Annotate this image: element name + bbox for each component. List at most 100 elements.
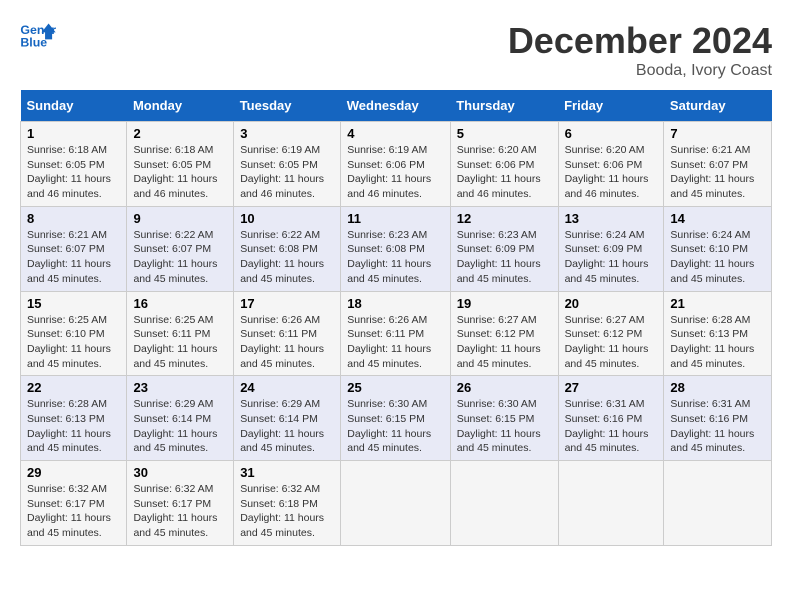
day-number: 26 — [457, 380, 552, 395]
calendar-week-row: 15 Sunrise: 6:25 AMSunset: 6:10 PMDaylig… — [21, 291, 772, 376]
day-number: 16 — [133, 296, 227, 311]
day-info: Sunrise: 6:21 AMSunset: 6:07 PMDaylight:… — [27, 229, 111, 285]
calendar-cell — [664, 461, 772, 546]
day-number: 2 — [133, 126, 227, 141]
day-info: Sunrise: 6:29 AMSunset: 6:14 PMDaylight:… — [133, 398, 217, 454]
day-number: 30 — [133, 465, 227, 480]
day-info: Sunrise: 6:19 AMSunset: 6:06 PMDaylight:… — [347, 144, 431, 200]
calendar-week-row: 29 Sunrise: 6:32 AMSunset: 6:17 PMDaylig… — [21, 461, 772, 546]
calendar-cell: 5 Sunrise: 6:20 AMSunset: 6:06 PMDayligh… — [450, 122, 558, 207]
day-of-week-header: Sunday — [21, 90, 127, 122]
day-number: 29 — [27, 465, 120, 480]
day-number: 6 — [565, 126, 658, 141]
day-number: 18 — [347, 296, 443, 311]
day-info: Sunrise: 6:19 AMSunset: 6:05 PMDaylight:… — [240, 144, 324, 200]
day-number: 27 — [565, 380, 658, 395]
location: Booda, Ivory Coast — [508, 62, 772, 80]
calendar-cell: 11 Sunrise: 6:23 AMSunset: 6:08 PMDaylig… — [341, 206, 450, 291]
calendar-cell: 6 Sunrise: 6:20 AMSunset: 6:06 PMDayligh… — [558, 122, 664, 207]
calendar-header-row: SundayMondayTuesdayWednesdayThursdayFrid… — [21, 90, 772, 122]
day-of-week-header: Tuesday — [234, 90, 341, 122]
title-area: December 2024 Booda, Ivory Coast — [508, 20, 772, 80]
calendar-cell — [450, 461, 558, 546]
day-info: Sunrise: 6:25 AMSunset: 6:10 PMDaylight:… — [27, 314, 111, 370]
day-number: 11 — [347, 211, 443, 226]
day-number: 5 — [457, 126, 552, 141]
day-info: Sunrise: 6:31 AMSunset: 6:16 PMDaylight:… — [670, 398, 754, 454]
day-info: Sunrise: 6:24 AMSunset: 6:09 PMDaylight:… — [565, 229, 649, 285]
day-of-week-header: Thursday — [450, 90, 558, 122]
logo: General Blue — [20, 20, 56, 50]
day-info: Sunrise: 6:26 AMSunset: 6:11 PMDaylight:… — [240, 314, 324, 370]
day-info: Sunrise: 6:22 AMSunset: 6:08 PMDaylight:… — [240, 229, 324, 285]
day-info: Sunrise: 6:28 AMSunset: 6:13 PMDaylight:… — [27, 398, 111, 454]
day-number: 7 — [670, 126, 765, 141]
calendar-cell: 28 Sunrise: 6:31 AMSunset: 6:16 PMDaylig… — [664, 376, 772, 461]
day-info: Sunrise: 6:28 AMSunset: 6:13 PMDaylight:… — [670, 314, 754, 370]
calendar-cell: 24 Sunrise: 6:29 AMSunset: 6:14 PMDaylig… — [234, 376, 341, 461]
month-title: December 2024 — [508, 20, 772, 62]
day-info: Sunrise: 6:26 AMSunset: 6:11 PMDaylight:… — [347, 314, 431, 370]
logo-icon: General Blue — [20, 20, 56, 50]
calendar-week-row: 1 Sunrise: 6:18 AMSunset: 6:05 PMDayligh… — [21, 122, 772, 207]
day-number: 3 — [240, 126, 334, 141]
day-info: Sunrise: 6:27 AMSunset: 6:12 PMDaylight:… — [565, 314, 649, 370]
day-info: Sunrise: 6:32 AMSunset: 6:17 PMDaylight:… — [27, 483, 111, 539]
day-of-week-header: Wednesday — [341, 90, 450, 122]
day-number: 15 — [27, 296, 120, 311]
day-of-week-header: Monday — [127, 90, 234, 122]
calendar-cell: 14 Sunrise: 6:24 AMSunset: 6:10 PMDaylig… — [664, 206, 772, 291]
calendar-cell: 22 Sunrise: 6:28 AMSunset: 6:13 PMDaylig… — [21, 376, 127, 461]
calendar-cell: 29 Sunrise: 6:32 AMSunset: 6:17 PMDaylig… — [21, 461, 127, 546]
calendar-cell: 3 Sunrise: 6:19 AMSunset: 6:05 PMDayligh… — [234, 122, 341, 207]
day-number: 25 — [347, 380, 443, 395]
calendar-cell: 16 Sunrise: 6:25 AMSunset: 6:11 PMDaylig… — [127, 291, 234, 376]
calendar-cell — [558, 461, 664, 546]
calendar-body: 1 Sunrise: 6:18 AMSunset: 6:05 PMDayligh… — [21, 122, 772, 546]
calendar-cell: 17 Sunrise: 6:26 AMSunset: 6:11 PMDaylig… — [234, 291, 341, 376]
day-number: 13 — [565, 211, 658, 226]
day-info: Sunrise: 6:31 AMSunset: 6:16 PMDaylight:… — [565, 398, 649, 454]
day-number: 1 — [27, 126, 120, 141]
page-header: General Blue December 2024 Booda, Ivory … — [20, 20, 772, 80]
day-number: 9 — [133, 211, 227, 226]
calendar-cell: 31 Sunrise: 6:32 AMSunset: 6:18 PMDaylig… — [234, 461, 341, 546]
day-info: Sunrise: 6:25 AMSunset: 6:11 PMDaylight:… — [133, 314, 217, 370]
day-info: Sunrise: 6:20 AMSunset: 6:06 PMDaylight:… — [565, 144, 649, 200]
day-number: 12 — [457, 211, 552, 226]
day-info: Sunrise: 6:20 AMSunset: 6:06 PMDaylight:… — [457, 144, 541, 200]
day-number: 31 — [240, 465, 334, 480]
calendar-cell — [341, 461, 450, 546]
day-info: Sunrise: 6:32 AMSunset: 6:17 PMDaylight:… — [133, 483, 217, 539]
calendar-cell: 20 Sunrise: 6:27 AMSunset: 6:12 PMDaylig… — [558, 291, 664, 376]
day-number: 10 — [240, 211, 334, 226]
day-of-week-header: Friday — [558, 90, 664, 122]
day-of-week-header: Saturday — [664, 90, 772, 122]
calendar-cell: 27 Sunrise: 6:31 AMSunset: 6:16 PMDaylig… — [558, 376, 664, 461]
day-info: Sunrise: 6:23 AMSunset: 6:09 PMDaylight:… — [457, 229, 541, 285]
day-number: 22 — [27, 380, 120, 395]
calendar-cell: 25 Sunrise: 6:30 AMSunset: 6:15 PMDaylig… — [341, 376, 450, 461]
calendar-cell: 9 Sunrise: 6:22 AMSunset: 6:07 PMDayligh… — [127, 206, 234, 291]
day-number: 19 — [457, 296, 552, 311]
calendar-cell: 23 Sunrise: 6:29 AMSunset: 6:14 PMDaylig… — [127, 376, 234, 461]
calendar-cell: 10 Sunrise: 6:22 AMSunset: 6:08 PMDaylig… — [234, 206, 341, 291]
svg-text:Blue: Blue — [20, 35, 47, 49]
day-number: 14 — [670, 211, 765, 226]
calendar-cell: 30 Sunrise: 6:32 AMSunset: 6:17 PMDaylig… — [127, 461, 234, 546]
day-info: Sunrise: 6:24 AMSunset: 6:10 PMDaylight:… — [670, 229, 754, 285]
calendar-cell: 12 Sunrise: 6:23 AMSunset: 6:09 PMDaylig… — [450, 206, 558, 291]
calendar-table: SundayMondayTuesdayWednesdayThursdayFrid… — [20, 90, 772, 546]
day-info: Sunrise: 6:18 AMSunset: 6:05 PMDaylight:… — [27, 144, 111, 200]
day-info: Sunrise: 6:27 AMSunset: 6:12 PMDaylight:… — [457, 314, 541, 370]
day-info: Sunrise: 6:32 AMSunset: 6:18 PMDaylight:… — [240, 483, 324, 539]
calendar-cell: 13 Sunrise: 6:24 AMSunset: 6:09 PMDaylig… — [558, 206, 664, 291]
day-number: 20 — [565, 296, 658, 311]
day-info: Sunrise: 6:22 AMSunset: 6:07 PMDaylight:… — [133, 229, 217, 285]
day-number: 21 — [670, 296, 765, 311]
day-info: Sunrise: 6:30 AMSunset: 6:15 PMDaylight:… — [457, 398, 541, 454]
calendar-cell: 7 Sunrise: 6:21 AMSunset: 6:07 PMDayligh… — [664, 122, 772, 207]
day-number: 24 — [240, 380, 334, 395]
calendar-cell: 19 Sunrise: 6:27 AMSunset: 6:12 PMDaylig… — [450, 291, 558, 376]
calendar-cell: 18 Sunrise: 6:26 AMSunset: 6:11 PMDaylig… — [341, 291, 450, 376]
